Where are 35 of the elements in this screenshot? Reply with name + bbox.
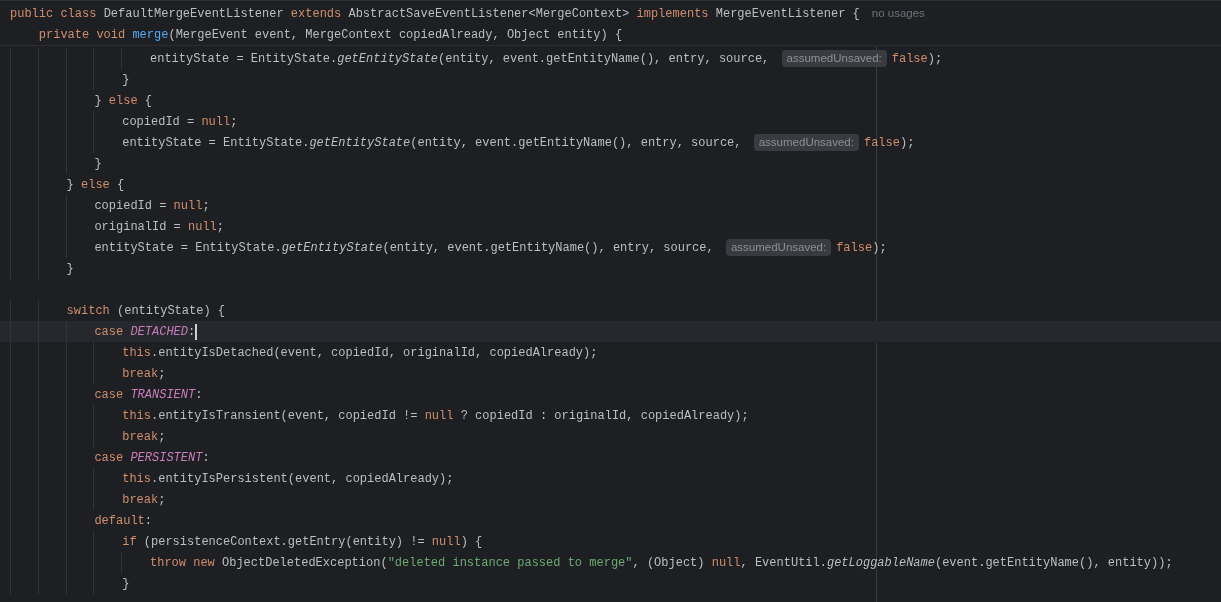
code-text: if (persistenceContext.getEntry(entity) != null) { <box>122 533 483 551</box>
usage-count[interactable]: no usages <box>871 4 925 23</box>
code-text: this.entityIsDetached(event, copiedId, originalId, copiedAlready); <box>122 344 598 362</box>
code-text: copiedId = null; <box>122 113 238 131</box>
code-text: false); <box>863 134 915 152</box>
code-text: } <box>122 575 130 593</box>
code-text: case PERSISTENT: <box>94 449 210 467</box>
code-text: this.entityIsPersistent(event, copiedAlready); <box>122 470 454 488</box>
code-text: copiedId = null; <box>94 197 210 215</box>
code-text: switch (entityState) { <box>66 302 226 320</box>
code-text: public class DefaultMergeEventListener extends AbstractSaveEventListener<MergeContext> implements MergeEventListener { <box>10 5 860 23</box>
code-text: break; <box>122 428 166 446</box>
parameter-hint: assumedUnsaved: <box>753 134 859 151</box>
code-text: } <box>66 260 74 278</box>
code-text: break; <box>122 491 166 509</box>
text-cursor <box>195 323 198 340</box>
parameter-hint: assumedUnsaved: <box>781 50 887 67</box>
code-text: break; <box>122 365 166 383</box>
code-text: originalId = null; <box>94 218 225 236</box>
code-text: private void merge(MergeEvent event, MergeContext copiedAlready, Object entity) { <box>38 26 623 44</box>
code-text: default: <box>94 512 152 530</box>
code-text: this.entityIsTransient(event, copiedId != null ? copiedId : originalId, copiedAlready); <box>122 407 749 425</box>
code-text: false); <box>891 50 943 68</box>
code-text: case TRANSIENT: <box>94 386 203 404</box>
code-text: false); <box>836 239 887 257</box>
code-text: entityState = EntityState.getEntityState(entity, event.getEntityName(), entry, source, <box>150 50 771 68</box>
code-text: entityState = EntityState.getEntityState(entity, event.getEntityName(), entry, source, <box>122 134 743 152</box>
code-text: throw new ObjectDeletedException("deleted instance passed to merge", (Object) null, EventUtil.getLoggableName(event.getEntityName(), entity)); <box>150 554 1173 572</box>
code-text: } else { <box>94 92 152 110</box>
code-text: } <box>122 71 130 89</box>
code-text: case DETACHED: <box>94 323 196 341</box>
code-text: entityState = EntityState.getEntityState(entity, event.getEntityName(), entry, source, <box>94 239 715 257</box>
code-text: } else { <box>66 176 125 194</box>
code-text: } <box>94 155 102 173</box>
parameter-hint: assumedUnsaved: <box>725 239 832 256</box>
